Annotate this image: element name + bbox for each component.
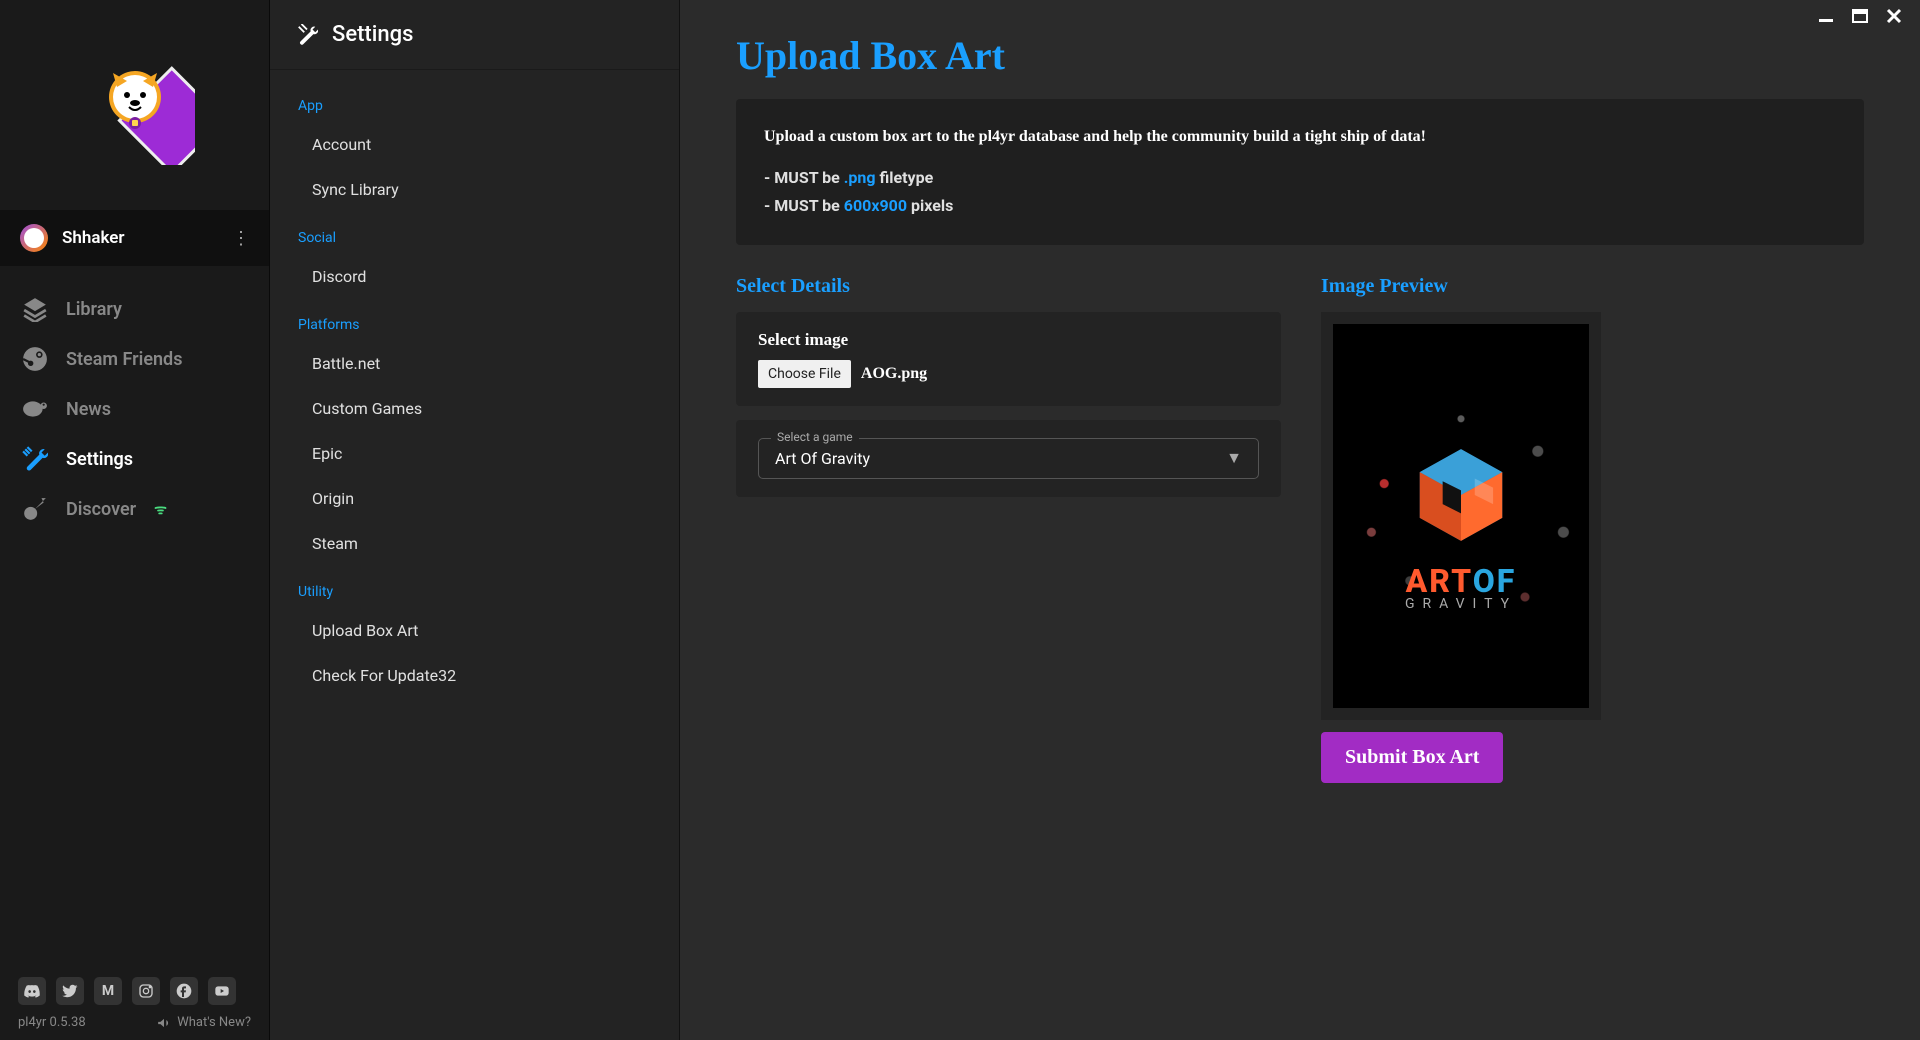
nav-label: Discover <box>66 499 136 520</box>
comet-icon <box>22 496 48 522</box>
settings-item-steam[interactable]: Steam <box>270 521 679 566</box>
minimize-icon[interactable] <box>1818 8 1834 24</box>
announce-icon <box>157 1016 171 1030</box>
app-logo <box>0 0 269 210</box>
preview-logo-icon <box>1406 440 1516 550</box>
whats-new-label: What's New? <box>177 1015 251 1030</box>
settings-group-label: Social <box>270 212 679 254</box>
whats-new-link[interactable]: What's New? <box>157 1015 251 1030</box>
settings-item-custom-games[interactable]: Custom Games <box>270 386 679 431</box>
user-name: Shhaker <box>62 228 232 248</box>
tools-icon <box>22 446 48 472</box>
rule-accent: .png <box>844 168 876 187</box>
sidebar-item-steam-friends[interactable]: Steam Friends <box>0 334 269 384</box>
submit-button[interactable]: Submit Box Art <box>1321 732 1503 783</box>
steam-icon <box>22 346 48 372</box>
game-select[interactable]: Select a game Art Of Gravity ▼ <box>758 438 1259 479</box>
user-row[interactable]: Shhaker ⋮ <box>0 210 269 266</box>
nav-label: Settings <box>66 449 133 470</box>
nav-label: News <box>66 399 111 420</box>
selected-file-name: AOG.png <box>861 365 927 383</box>
rule-text: pixels <box>907 196 953 215</box>
nav-label: Library <box>66 299 122 320</box>
settings-item-sync-library[interactable]: Sync Library <box>270 167 679 212</box>
image-preview: ARTOF GRAVITY <box>1321 312 1601 720</box>
rule-text: - MUST be <box>764 168 844 187</box>
settings-item-check-for-update32[interactable]: Check For Update32 <box>270 653 679 698</box>
nav: Library Steam Friends News Settings <box>0 266 269 977</box>
tools-icon <box>296 24 318 46</box>
select-image-label: Select image <box>758 330 1259 350</box>
settings-item-origin[interactable]: Origin <box>270 476 679 521</box>
select-details-label: Select Details <box>736 275 1281 298</box>
page-title: Upload Box Art <box>736 32 1864 79</box>
twitter-icon[interactable] <box>56 977 84 1005</box>
bottom-bar: M pl4yr 0.5.38 What's New? <box>0 977 269 1040</box>
rule-text: filetype <box>876 168 934 187</box>
sidebar-item-settings[interactable]: Settings <box>0 434 269 484</box>
kiwi-icon <box>22 396 48 422</box>
youtube-icon[interactable] <box>208 977 236 1005</box>
version-label: pl4yr 0.5.38 <box>18 1015 86 1030</box>
sidebar-item-library[interactable]: Library <box>0 284 269 334</box>
sidebar-item-news[interactable]: News <box>0 384 269 434</box>
broadcast-icon: ᯤ <box>154 500 167 519</box>
settings-group-label: Platforms <box>270 299 679 341</box>
choose-file-button[interactable]: Choose File <box>758 360 851 388</box>
settings-header: Settings <box>270 0 679 70</box>
settings-item-upload-box-art[interactable]: Upload Box Art <box>270 608 679 653</box>
nav-label: Steam Friends <box>66 349 182 370</box>
sidebar-item-discover[interactable]: Discover ᯤ <box>0 484 269 534</box>
settings-item-battle-net[interactable]: Battle.net <box>270 341 679 386</box>
layers-icon <box>22 296 48 322</box>
preview-t2: GRAVITY <box>1405 596 1517 612</box>
medium-icon[interactable]: M <box>94 977 122 1005</box>
chevron-down-icon: ▼ <box>1226 448 1242 468</box>
rule-accent: 600x900 <box>844 196 907 215</box>
intro-text: Upload a custom box art to the pl4yr dat… <box>764 123 1836 150</box>
settings-group-label: Utility <box>270 566 679 608</box>
discord-icon[interactable] <box>18 977 46 1005</box>
game-select-label: Select a game <box>771 430 859 444</box>
rule-text: - MUST be <box>764 196 844 215</box>
settings-item-account[interactable]: Account <box>270 122 679 167</box>
preview-t1a: ART <box>1406 562 1473 600</box>
close-icon[interactable] <box>1886 8 1902 24</box>
user-menu-icon[interactable]: ⋮ <box>232 228 249 249</box>
info-box: Upload a custom box art to the pl4yr dat… <box>736 99 1864 245</box>
select-game-card: Select a game Art Of Gravity ▼ <box>736 420 1281 497</box>
maximize-icon[interactable] <box>1852 8 1868 24</box>
settings-panel: Settings AppAccountSync LibrarySocialDis… <box>270 0 680 1040</box>
game-select-value: Art Of Gravity <box>775 449 1242 468</box>
user-avatar-icon <box>20 224 48 252</box>
settings-item-epic[interactable]: Epic <box>270 431 679 476</box>
settings-item-discord[interactable]: Discord <box>270 254 679 299</box>
image-preview-label: Image Preview <box>1321 275 1864 298</box>
main-content: Upload Box Art Upload a custom box art t… <box>680 0 1920 1040</box>
settings-group-label: App <box>270 80 679 122</box>
select-image-card: Select image Choose File AOG.png <box>736 312 1281 406</box>
settings-title: Settings <box>332 22 413 47</box>
sidebar: Shhaker ⋮ Library Steam Friends News <box>0 0 270 1040</box>
facebook-icon[interactable] <box>170 977 198 1005</box>
preview-t1b: OF <box>1473 562 1517 600</box>
instagram-icon[interactable] <box>132 977 160 1005</box>
